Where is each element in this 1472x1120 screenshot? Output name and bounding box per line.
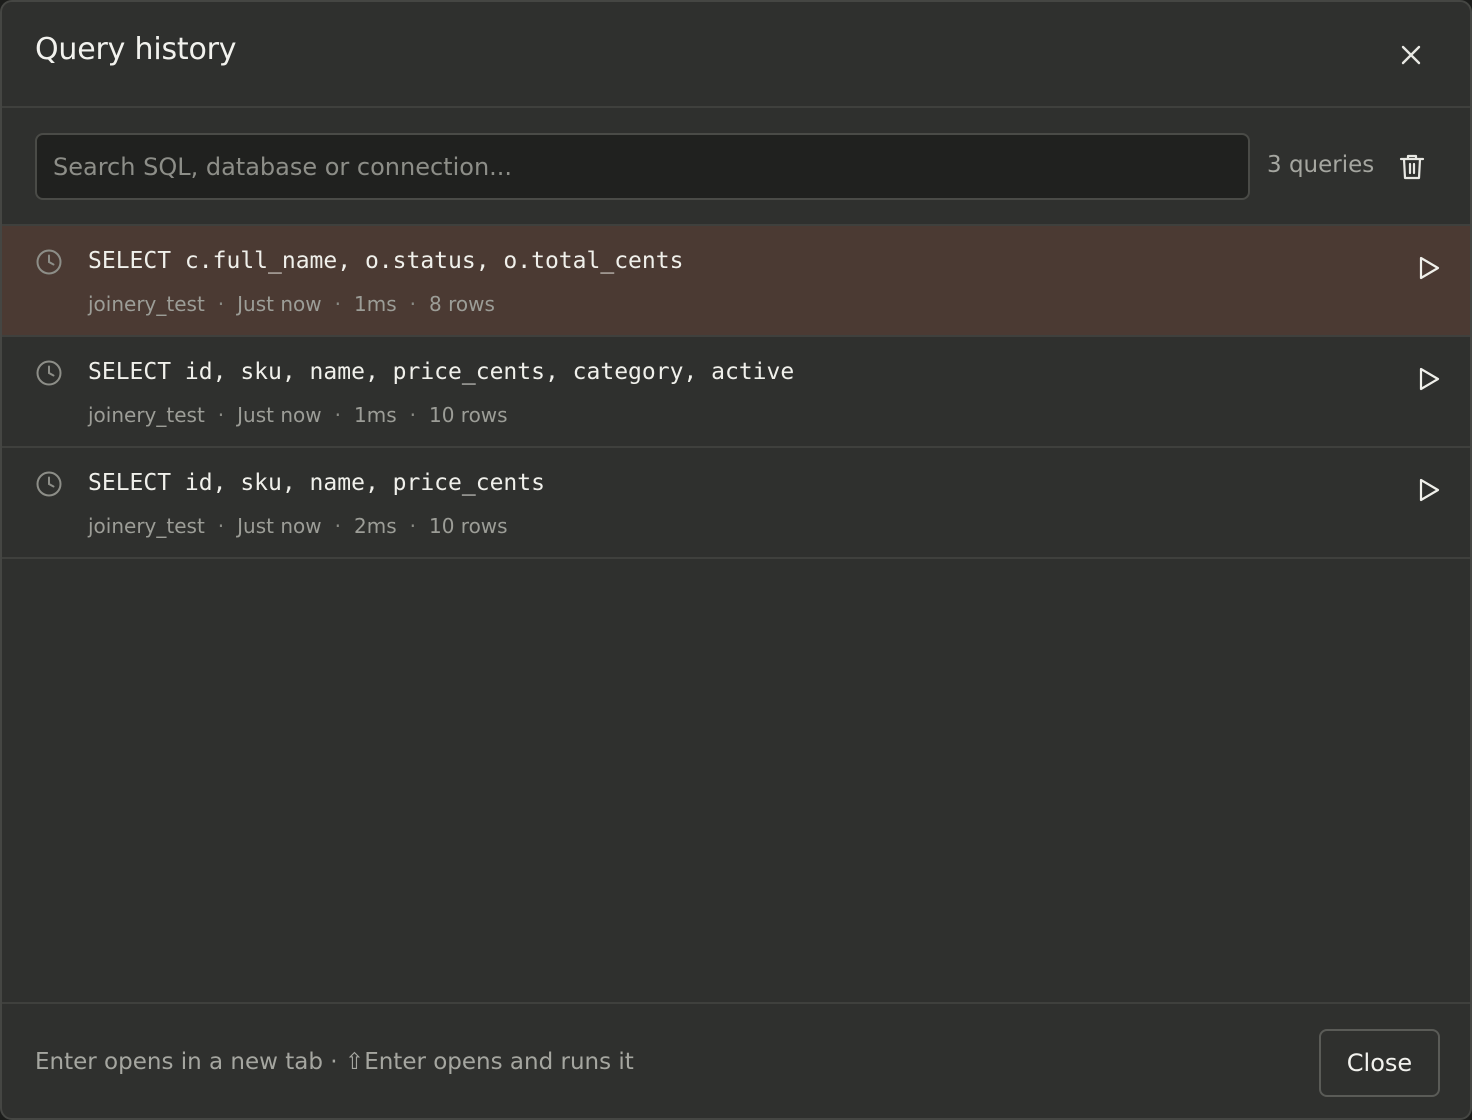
close-icon[interactable] bbox=[1394, 38, 1428, 72]
search-input[interactable] bbox=[35, 133, 1250, 200]
meta-separator: · bbox=[217, 514, 225, 538]
query-rows: 10 rows bbox=[428, 514, 508, 538]
query-sql: SELECT c.full_name, o.status, o.total_ce… bbox=[88, 248, 684, 274]
clock-icon bbox=[36, 249, 62, 275]
play-icon[interactable] bbox=[1412, 362, 1446, 396]
query-meta: joinery_test · Just now · 2ms · 10 rows bbox=[88, 514, 508, 538]
query-rows: 10 rows bbox=[428, 403, 508, 427]
query-row[interactable]: SELECT c.full_name, o.status, o.total_ce… bbox=[2, 226, 1470, 337]
meta-separator: · bbox=[409, 292, 416, 316]
dialog-header: Query history bbox=[2, 2, 1470, 108]
query-database: joinery_test bbox=[88, 292, 205, 316]
query-duration: 1ms bbox=[353, 292, 397, 316]
play-icon[interactable] bbox=[1412, 473, 1446, 507]
query-database: joinery_test bbox=[88, 514, 205, 538]
query-database: joinery_test bbox=[88, 403, 205, 427]
query-sql: SELECT id, sku, name, price_cents bbox=[88, 470, 545, 496]
query-history-dialog: Query history 3 queries SELECT c.full_na bbox=[0, 0, 1472, 1120]
query-count: 3 queries bbox=[1267, 152, 1375, 178]
query-duration: 1ms bbox=[353, 403, 397, 427]
query-time: Just now bbox=[237, 403, 322, 427]
keyboard-hint: Enter opens in a new tab · ⇧Enter opens … bbox=[35, 1049, 634, 1075]
close-button[interactable]: Close bbox=[1319, 1029, 1440, 1097]
query-time: Just now bbox=[237, 514, 322, 538]
play-icon[interactable] bbox=[1412, 251, 1446, 285]
clock-icon bbox=[36, 360, 62, 386]
query-rows: 8 rows bbox=[428, 292, 495, 316]
query-time: Just now bbox=[237, 292, 322, 316]
query-row[interactable]: SELECT id, sku, name, price_cents, categ… bbox=[2, 337, 1470, 448]
query-sql: SELECT id, sku, name, price_cents, categ… bbox=[88, 359, 795, 385]
clock-icon bbox=[36, 471, 62, 497]
dialog-footer: Enter opens in a new tab · ⇧Enter opens … bbox=[2, 1002, 1470, 1118]
dialog-title: Query history bbox=[35, 32, 237, 67]
meta-separator: · bbox=[409, 514, 416, 538]
query-row[interactable]: SELECT id, sku, name, price_cents joiner… bbox=[2, 448, 1470, 559]
query-meta: joinery_test · Just now · 1ms · 8 rows bbox=[88, 292, 495, 316]
query-meta: joinery_test · Just now · 1ms · 10 rows bbox=[88, 403, 508, 427]
history-toolbar: 3 queries bbox=[2, 108, 1470, 226]
meta-separator: · bbox=[334, 403, 341, 427]
meta-separator: · bbox=[409, 403, 416, 427]
query-list: SELECT c.full_name, o.status, o.total_ce… bbox=[2, 226, 1470, 559]
meta-separator: · bbox=[334, 514, 341, 538]
trash-icon[interactable] bbox=[1395, 150, 1429, 184]
meta-separator: · bbox=[217, 403, 225, 427]
meta-separator: · bbox=[334, 292, 341, 316]
meta-separator: · bbox=[217, 292, 225, 316]
query-duration: 2ms bbox=[353, 514, 397, 538]
